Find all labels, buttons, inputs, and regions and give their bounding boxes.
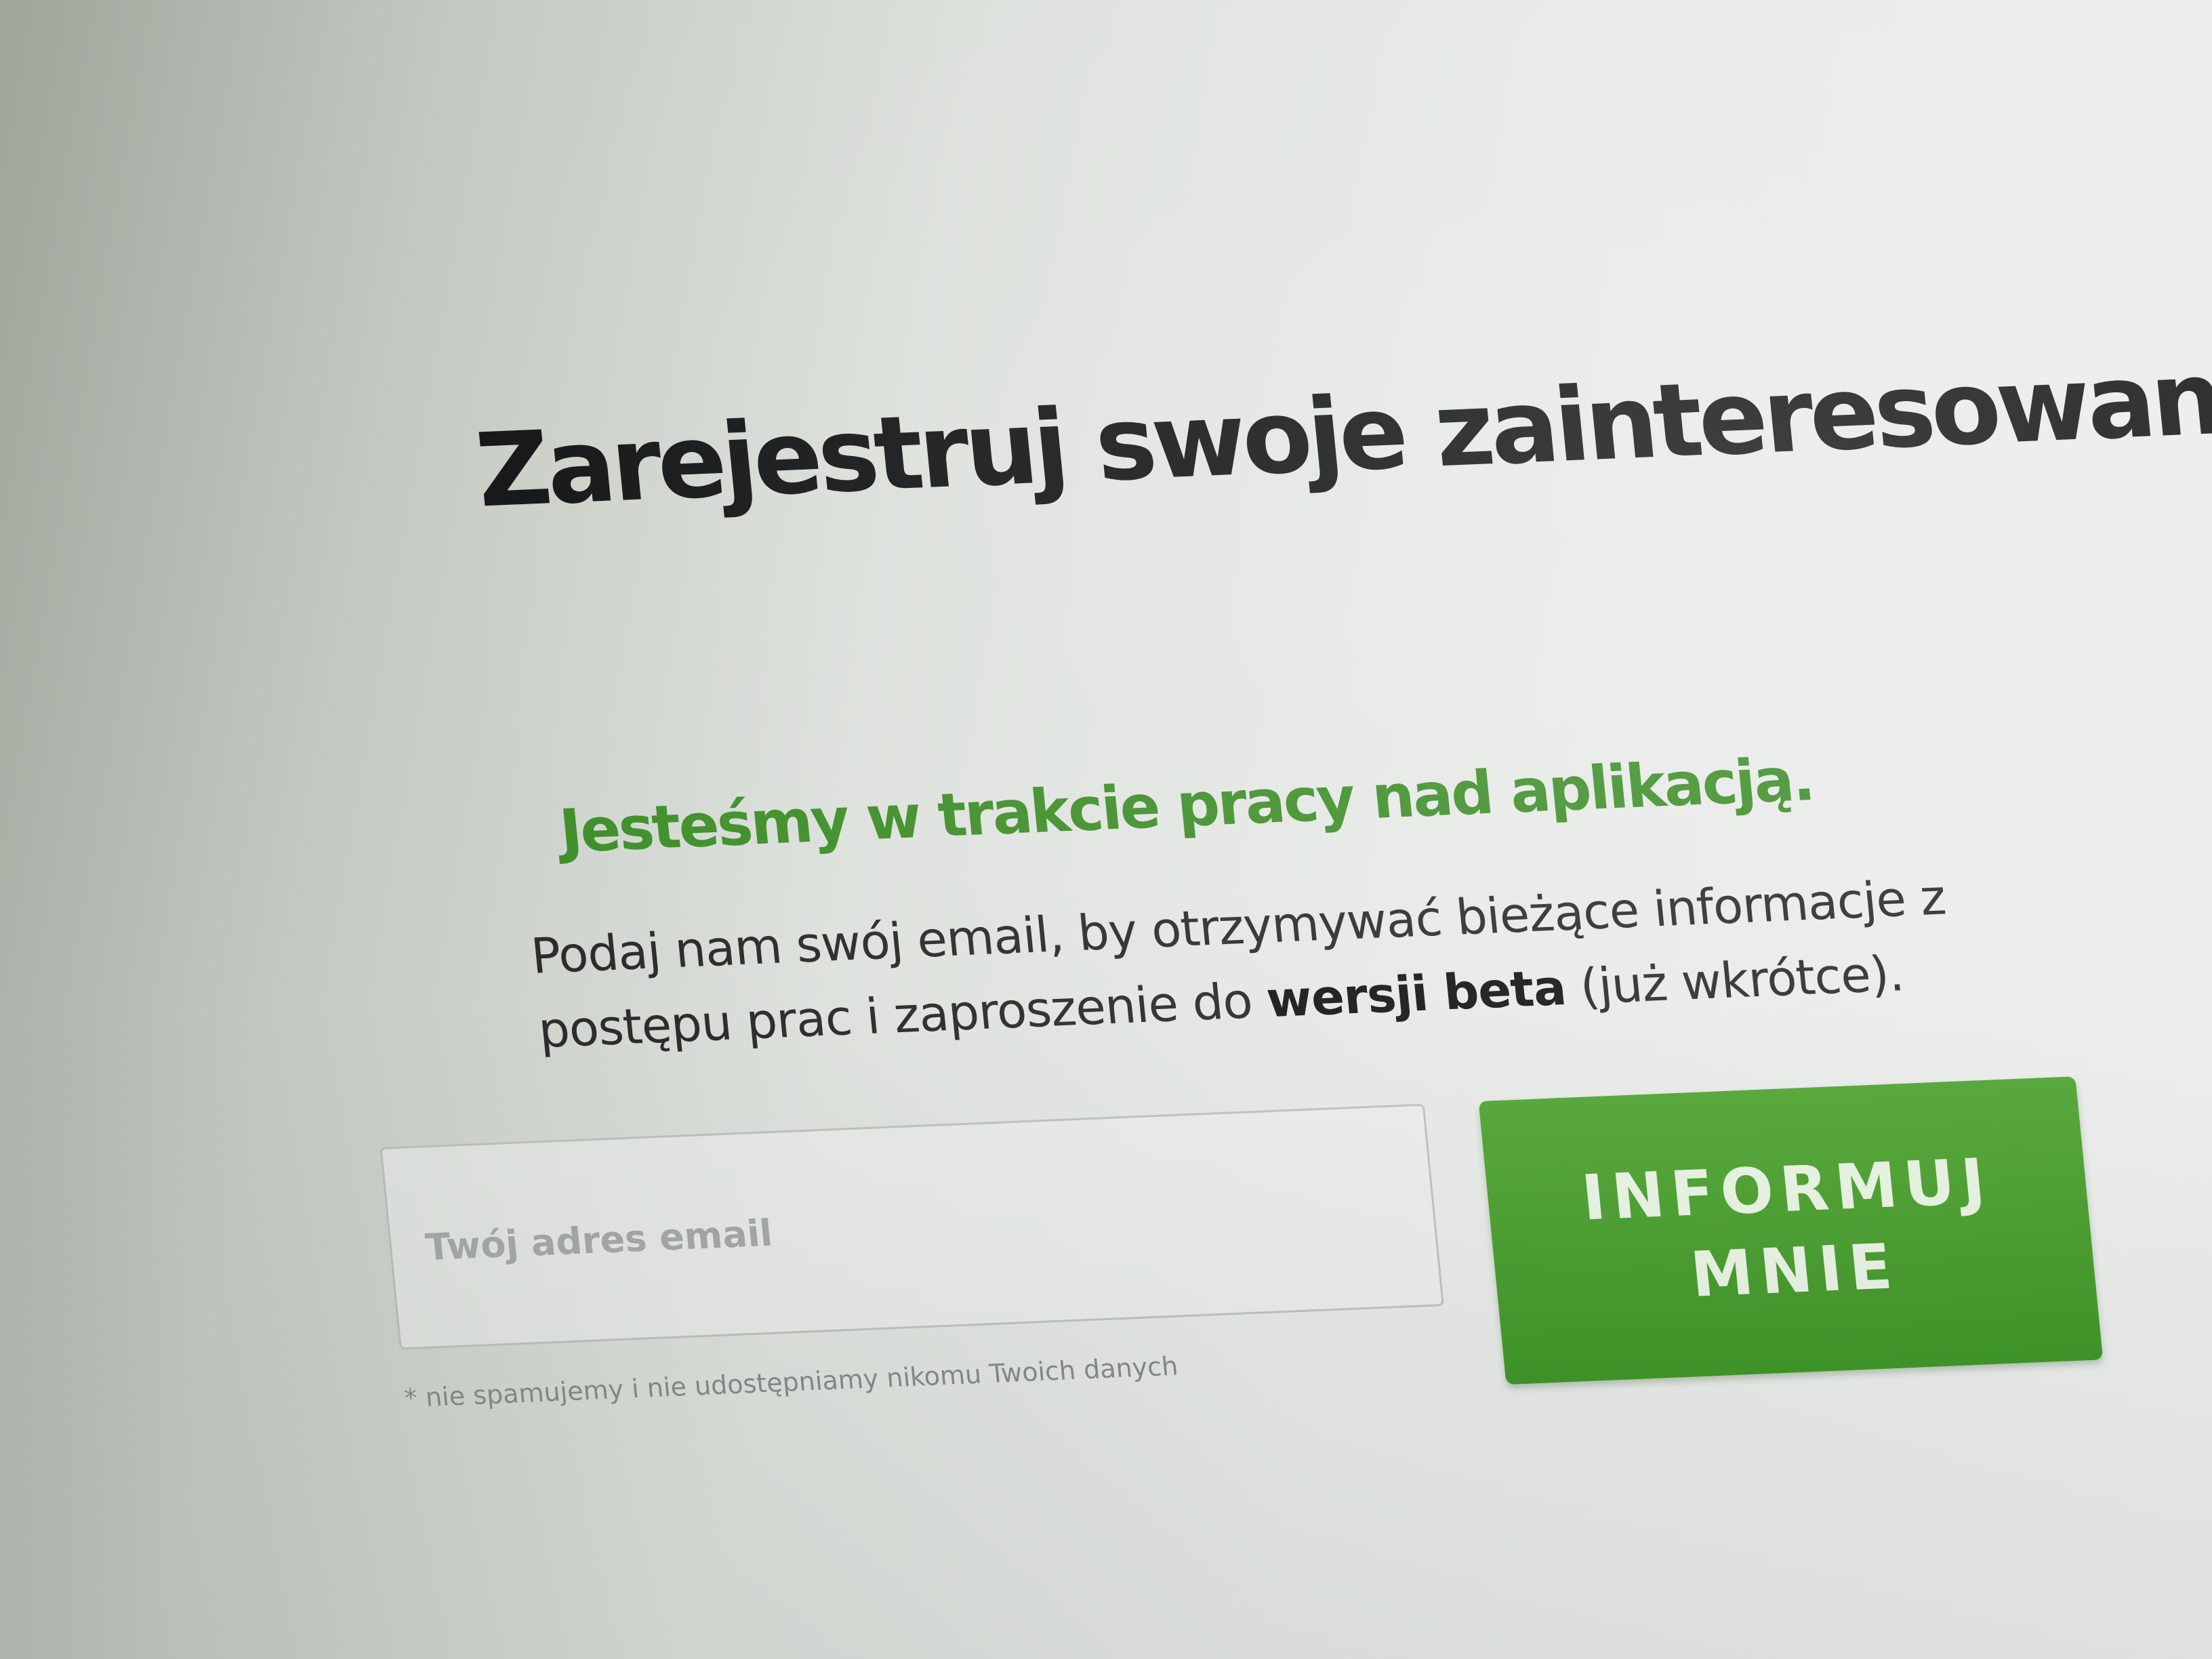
page-title: Zarejestruj swoje zainteresowanie (471, 335, 2212, 530)
page-subtitle: Jesteśmy w trakcie pracy nad aplikacją. (556, 744, 1816, 867)
email-field[interactable] (380, 1103, 1444, 1350)
signup-section: Zarejestruj swoje zainteresowanie Jesteś… (285, 102, 2212, 1413)
description-bold: wersji beta (1263, 959, 1568, 1029)
description-text-2: (już wkrótce). (1562, 945, 1906, 1016)
description: Podaj nam swój email, by otrzymywać bież… (528, 858, 2001, 1067)
notify-me-button[interactable]: INFORMUJ MNIE (1478, 1076, 2104, 1385)
screen: Zarejestruj swoje zainteresowanie Jesteś… (0, 0, 2212, 1659)
privacy-note: * nie spamujemy i nie udostępniamy nikom… (403, 1351, 1180, 1414)
